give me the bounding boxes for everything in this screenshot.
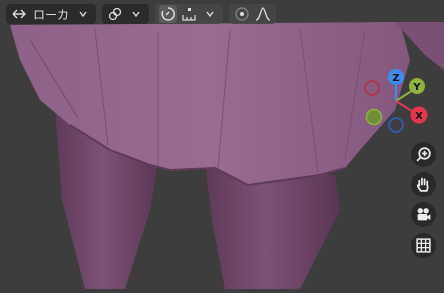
grid-icon <box>415 237 433 255</box>
orientation-label: ローカ <box>33 7 70 22</box>
snap-toggle-icon[interactable] <box>159 5 178 23</box>
transform-orientation-icon <box>10 5 28 23</box>
gizmo-neg-y-icon <box>364 80 380 96</box>
pivot-dropdown[interactable] <box>102 4 150 24</box>
chevron-down-icon <box>127 5 145 23</box>
zoom-button[interactable] <box>411 142 436 167</box>
gizmo-y-label: Y <box>412 82 421 93</box>
pan-hand-icon <box>415 176 433 194</box>
gizmo-x-label: X <box>415 111 423 122</box>
snap-group <box>155 4 224 24</box>
ortho-toggle-button[interactable] <box>411 233 436 258</box>
camera-view-button[interactable] <box>411 202 436 227</box>
pan-button[interactable] <box>411 172 436 197</box>
orientation-dropdown[interactable]: ローカ <box>6 4 97 24</box>
pivot-icon <box>106 5 124 23</box>
gizmo-z-label: Z <box>392 73 399 84</box>
viewport-header: ローカ <box>0 0 444 28</box>
gizmo-neg-z-icon <box>388 117 404 133</box>
chevron-down-icon[interactable] <box>201 5 219 23</box>
camera-icon <box>415 206 433 224</box>
navigation-gizmo[interactable]: Z Y X <box>362 66 432 136</box>
proportional-edit-group <box>229 4 277 24</box>
gizmo-neg-x-icon <box>365 108 383 126</box>
falloff-icon[interactable] <box>254 5 272 23</box>
snap-increment-icon[interactable] <box>180 5 198 23</box>
zoom-icon <box>415 146 433 164</box>
model-render <box>10 22 444 289</box>
chevron-down-icon <box>74 5 92 23</box>
3d-viewport[interactable] <box>0 0 444 289</box>
proportional-edit-icon[interactable] <box>233 5 251 23</box>
